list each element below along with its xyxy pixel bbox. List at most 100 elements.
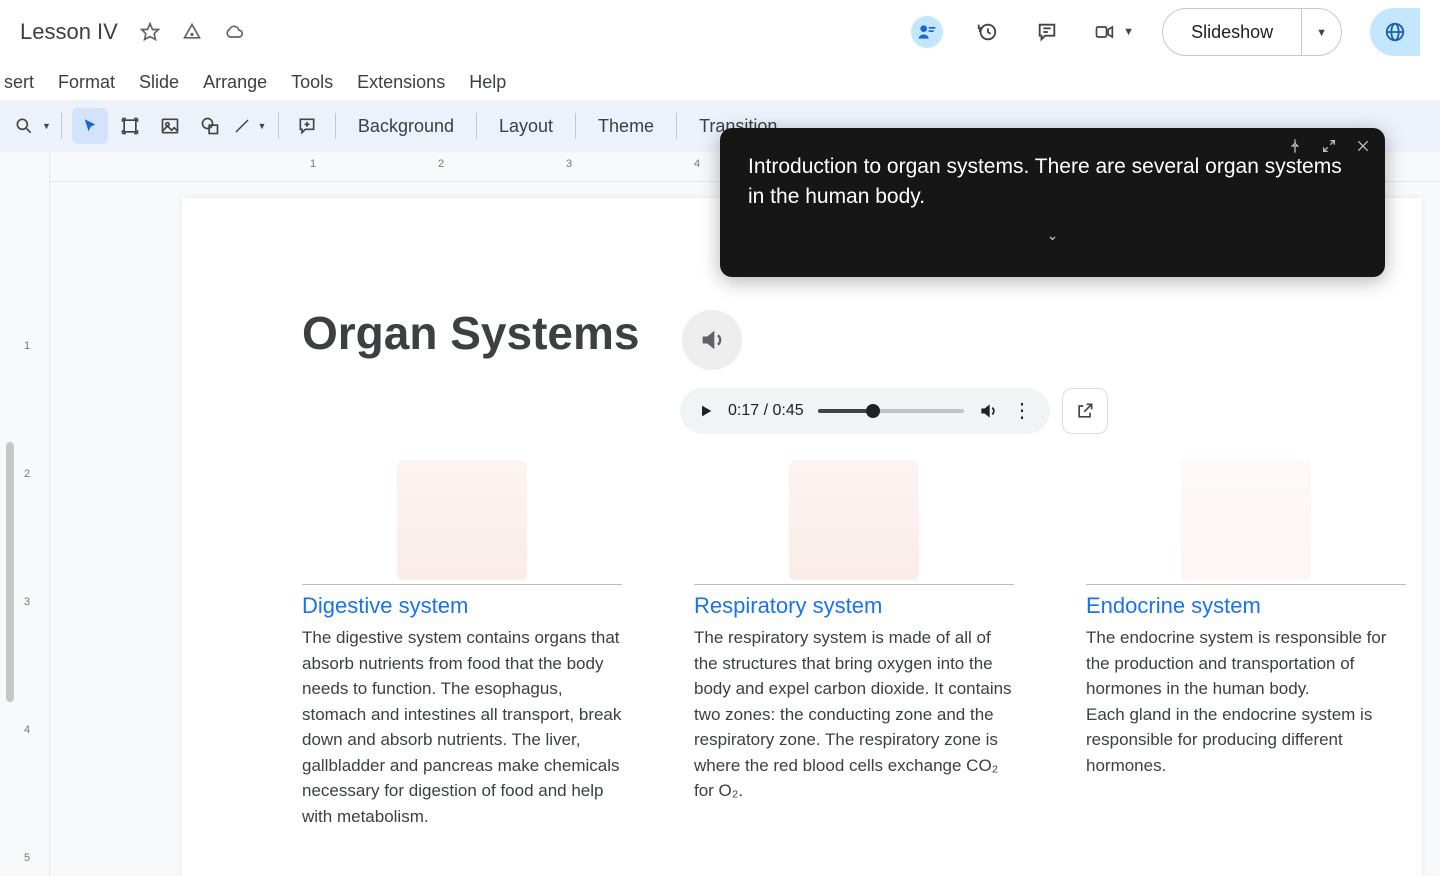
textbox-tool[interactable] (112, 108, 148, 144)
layout-button[interactable]: Layout (487, 108, 565, 144)
slideshow-label: Slideshow (1163, 9, 1302, 55)
pin-button[interactable] (1287, 138, 1303, 154)
menu-help[interactable]: Help (469, 72, 506, 93)
audio-object[interactable] (682, 310, 742, 370)
caption-overlay[interactable]: Introduction to organ systems. There are… (720, 128, 1385, 277)
audio-progress-track[interactable] (818, 409, 964, 413)
ruler-tick: 3 (566, 158, 572, 170)
slideshow-dropdown[interactable]: ▼ (1302, 23, 1341, 41)
play-icon (698, 403, 714, 419)
toolbar-separator (278, 113, 279, 139)
share-button[interactable] (1370, 8, 1420, 56)
instant-captions-button[interactable] (911, 16, 943, 48)
column-body[interactable]: The respiratory system is made of all of… (694, 625, 1014, 804)
endocrine-image[interactable] (1181, 460, 1311, 580)
column-divider (1086, 584, 1406, 585)
scrollbar-thumb[interactable] (6, 442, 14, 702)
digestive-image[interactable] (397, 460, 527, 580)
ruler-tick: 2 (24, 468, 51, 480)
filmstrip-scrollbar[interactable] (0, 152, 22, 876)
zoom-tool[interactable]: ▼ (14, 108, 51, 144)
audio-more-button[interactable]: ⋮ (1012, 401, 1032, 421)
meet-button[interactable]: ▼ (1091, 22, 1134, 42)
pin-icon (1287, 138, 1303, 154)
shape-tool[interactable] (192, 108, 228, 144)
audio-player[interactable]: 0:17 / 0:45 ⋮ (680, 388, 1050, 434)
toolbar-separator (676, 113, 677, 139)
audio-time: 0:17 / 0:45 (728, 402, 804, 420)
audio-progress-fill (818, 409, 874, 413)
version-history-icon[interactable] (971, 16, 1003, 48)
caret-down-icon: ▼ (42, 121, 51, 131)
caption-expand-toggle[interactable]: ⌄ (748, 225, 1357, 245)
menu-extensions[interactable]: Extensions (357, 72, 445, 93)
toolbar-separator (61, 113, 62, 139)
expand-icon (1321, 138, 1337, 154)
column-heading[interactable]: Endocrine system (1086, 593, 1406, 619)
ruler-tick: 3 (24, 596, 51, 608)
slideshow-button[interactable]: Slideshow ▼ (1162, 8, 1342, 56)
column-body[interactable]: The endocrine system is responsible for … (1086, 625, 1406, 778)
volume-icon (978, 401, 998, 421)
close-icon (1355, 138, 1371, 154)
menu-format[interactable]: Format (58, 72, 115, 93)
shape-icon (200, 116, 220, 136)
play-button[interactable] (698, 403, 714, 419)
background-button[interactable]: Background (346, 108, 466, 144)
line-icon (233, 117, 251, 135)
content-columns: Digestive system The digestive system co… (302, 460, 1406, 829)
title-bar: Lesson IV ▼ Slideshow ▼ (0, 0, 1440, 64)
caret-down-icon: ▼ (1316, 27, 1327, 39)
slide-canvas[interactable]: Organ Systems 0:17 / 0:45 ⋮ (182, 198, 1422, 876)
ruler-tick: 1 (24, 340, 51, 352)
toolbar-separator (335, 113, 336, 139)
theme-button[interactable]: Theme (586, 108, 666, 144)
cursor-icon (81, 117, 99, 135)
ruler-tick: 4 (694, 158, 700, 170)
caret-down-icon: ▼ (1123, 26, 1134, 38)
select-tool[interactable] (72, 108, 108, 144)
ruler-tick: 4 (24, 724, 51, 736)
image-tool[interactable] (152, 108, 188, 144)
open-external-icon (1075, 401, 1095, 421)
add-comment-icon (297, 116, 317, 136)
toolbar-separator (476, 113, 477, 139)
globe-icon (1384, 21, 1406, 43)
textbox-icon (120, 116, 140, 136)
comment-tool[interactable] (289, 108, 325, 144)
comments-icon[interactable] (1031, 16, 1063, 48)
column-body[interactable]: The digestive system contains organs tha… (302, 625, 622, 829)
cloud-status-icon[interactable] (224, 22, 244, 42)
image-icon (160, 116, 180, 136)
column-endocrine[interactable]: Endocrine system The endocrine system is… (1086, 460, 1406, 829)
move-icon[interactable] (182, 22, 202, 42)
star-icon[interactable] (140, 22, 160, 42)
column-respiratory[interactable]: Respiratory system The respiratory syste… (694, 460, 1014, 829)
column-divider (302, 584, 622, 585)
ruler-tick: 5 (24, 852, 51, 864)
chevron-down-icon: ⌄ (1047, 227, 1059, 243)
magnifier-icon (14, 116, 34, 136)
toolbar-separator (575, 113, 576, 139)
column-heading[interactable]: Respiratory system (694, 593, 1014, 619)
respiratory-image[interactable] (789, 460, 919, 580)
menu-insert[interactable]: sert (4, 72, 34, 93)
menu-tools[interactable]: Tools (291, 72, 333, 93)
column-digestive[interactable]: Digestive system The digestive system co… (302, 460, 622, 829)
ruler-tick: 2 (438, 158, 444, 170)
slide-title[interactable]: Organ Systems (302, 306, 639, 360)
speaker-icon (698, 326, 726, 354)
audio-progress-thumb[interactable] (866, 404, 880, 418)
menu-slide[interactable]: Slide (139, 72, 179, 93)
menu-arrange[interactable]: Arrange (203, 72, 267, 93)
menu-bar: sert Format Slide Arrange Tools Extensio… (0, 64, 1440, 100)
close-button[interactable] (1355, 138, 1371, 154)
open-external-button[interactable] (1062, 388, 1108, 434)
expand-button[interactable] (1321, 138, 1337, 154)
line-tool[interactable]: ▼ (232, 108, 268, 144)
vertical-ruler: 1 2 3 4 5 (22, 152, 50, 876)
document-title[interactable]: Lesson IV (20, 19, 118, 45)
volume-button[interactable] (978, 401, 998, 421)
caret-down-icon: ▼ (257, 121, 266, 131)
column-heading[interactable]: Digestive system (302, 593, 622, 619)
